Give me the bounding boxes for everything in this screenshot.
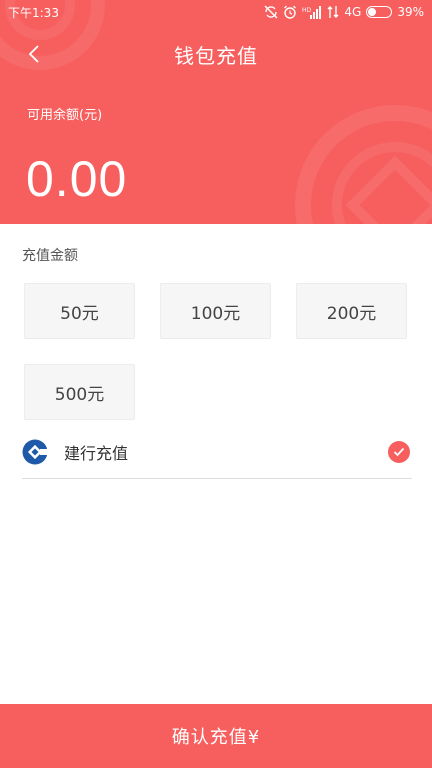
battery-icon [366,6,393,18]
battery-percent: 39% [397,5,424,19]
balance-value: 0.00 [26,151,128,207]
hd-signal-icon: HD [302,5,322,19]
amount-option-200[interactable]: 200元 [296,283,407,339]
payment-method-ccb[interactable]: 建行充值 [22,425,412,479]
nav-bar: 钱包充值 [0,32,432,76]
amount-option-100[interactable]: 100元 [160,283,271,339]
battery-level [368,8,377,16]
amount-option-500[interactable]: 500元 [24,364,135,420]
amount-option-50[interactable]: 50元 [24,283,135,339]
recharge-amount-label: 充值金额 [22,248,78,264]
status-icons: HD 4G 39% [264,5,424,19]
check-circle-icon [388,440,410,463]
alarm-icon [283,5,297,19]
sync-off-icon [264,5,278,19]
back-button[interactable] [18,38,50,70]
status-bar: 下午1:33 HD 4G 39% [0,0,432,24]
svg-text:HD: HD [302,7,312,14]
chevron-left-icon [28,45,39,63]
ccb-logo-icon [22,439,48,464]
wallet-recharge-screen: 下午1:33 HD 4G 39% 钱包充值 可用余额(元) 0.00 充值金额 … [0,0,432,768]
page-title: 钱包充值 [174,43,258,68]
balance-label: 可用余额(元) [27,108,103,123]
payment-method-label: 建行充值 [64,443,129,463]
status-time: 下午1:33 [8,5,59,20]
confirm-recharge-button[interactable]: 确认充值¥ [0,704,432,768]
network-type: 4G [344,5,362,19]
header-banner: 下午1:33 HD 4G 39% 钱包充值 可用余额(元) 0.00 [0,0,432,224]
data-arrows-icon [327,5,339,19]
